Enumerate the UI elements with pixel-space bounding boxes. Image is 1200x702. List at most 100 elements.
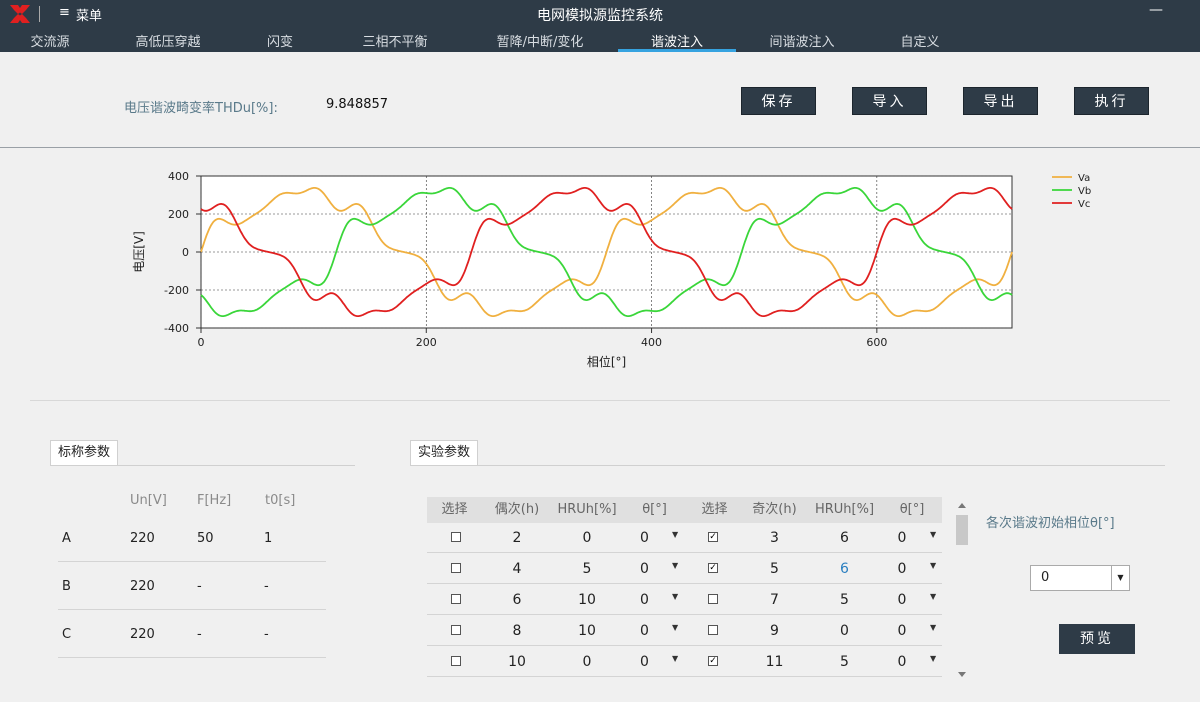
dropdown-arrow-icon[interactable]: ▼ bbox=[930, 654, 936, 663]
save-button[interactable]: 保存 bbox=[741, 87, 816, 115]
dropdown-arrow-icon[interactable]: ▼ bbox=[672, 530, 678, 539]
col-even-theta: θ[°] bbox=[642, 502, 667, 517]
odd-hru[interactable]: 5 bbox=[807, 654, 882, 670]
dropdown-arrow-icon[interactable]: ▼ bbox=[672, 561, 678, 570]
initial-phase-select[interactable]: 0 ▼ bbox=[1030, 565, 1130, 591]
experiment-params-title: 实验参数 bbox=[410, 440, 479, 466]
table-row: 4 5 0 ▼ ✓ 5 6 0 ▼ bbox=[427, 554, 942, 584]
even-hru[interactable]: 5 bbox=[552, 561, 622, 577]
thd-value: 9.848857 bbox=[326, 97, 389, 112]
even-theta[interactable]: 0 bbox=[622, 592, 667, 608]
odd-hru[interactable]: 0 bbox=[807, 623, 882, 639]
tab-flicker[interactable]: 闪变 bbox=[240, 31, 320, 50]
preview-button[interactable]: 预览 bbox=[1059, 624, 1135, 654]
even-theta[interactable]: 0 bbox=[622, 623, 667, 639]
title-bar: ≡ 菜单 电网模拟源监控系统 — bbox=[0, 0, 1200, 28]
phase-label: B bbox=[62, 579, 71, 594]
table-row: 8 10 0 ▼ 9 0 0 ▼ bbox=[427, 616, 942, 646]
tab-interharmonic[interactable]: 间谐波注入 bbox=[752, 31, 852, 50]
y-tick-label: 400 bbox=[168, 170, 189, 183]
chevron-down-icon[interactable]: ▼ bbox=[1111, 566, 1129, 590]
even-hru[interactable]: 0 bbox=[552, 654, 622, 670]
tab-bar: 交流源 高低压穿越 闪变 三相不平衡 暂降/中断/变化 谐波注入 间谐波注入 自… bbox=[0, 28, 1200, 52]
row-divider bbox=[58, 657, 326, 658]
even-hru[interactable]: 10 bbox=[552, 623, 622, 639]
x-tick-label: 200 bbox=[416, 336, 437, 349]
tab-custom[interactable]: 自定义 bbox=[880, 31, 960, 50]
select-odd-checkbox[interactable]: ✓ bbox=[708, 656, 718, 666]
f-value: - bbox=[197, 627, 202, 642]
dropdown-arrow-icon[interactable]: ▼ bbox=[672, 592, 678, 601]
dropdown-arrow-icon[interactable]: ▼ bbox=[930, 530, 936, 539]
odd-hru[interactable]: 5 bbox=[807, 592, 882, 608]
y-tick-label: 200 bbox=[168, 208, 189, 221]
active-tab-indicator bbox=[618, 49, 736, 52]
execute-button[interactable]: 执行 bbox=[1074, 87, 1149, 115]
un-value[interactable]: 220 bbox=[130, 579, 155, 594]
x-tick-label: 400 bbox=[641, 336, 662, 349]
minimize-button[interactable]: — bbox=[1146, 2, 1166, 24]
tab-sag-interrupt[interactable]: 暂降/中断/变化 bbox=[478, 31, 602, 50]
un-value[interactable]: 220 bbox=[130, 627, 155, 642]
odd-order: 11 bbox=[765, 654, 784, 670]
app-title: 电网模拟源监控系统 bbox=[537, 8, 663, 24]
initial-phase-value: 0 bbox=[1041, 570, 1050, 585]
t0-value[interactable]: 1 bbox=[264, 531, 272, 546]
import-button[interactable]: 导入 bbox=[852, 87, 927, 115]
tab-harmonic-injection[interactable]: 谐波注入 bbox=[618, 31, 736, 50]
select-odd-checkbox[interactable] bbox=[708, 594, 718, 604]
even-order: 10 bbox=[508, 654, 526, 670]
table-row: 10 0 0 ▼ ✓ 11 5 0 ▼ bbox=[427, 647, 942, 677]
col-odd-order: 奇次(h) bbox=[752, 502, 797, 517]
select-even-checkbox[interactable] bbox=[451, 532, 461, 542]
tab-ride-through[interactable]: 高低压穿越 bbox=[118, 31, 218, 50]
y-axis-label: 电压[V] bbox=[132, 231, 146, 273]
phase-label: A bbox=[62, 531, 71, 546]
dropdown-arrow-icon[interactable]: ▼ bbox=[930, 561, 936, 570]
odd-theta[interactable]: 0 bbox=[882, 654, 922, 670]
dropdown-arrow-icon[interactable]: ▼ bbox=[672, 654, 678, 663]
experiment-group-line bbox=[410, 465, 1165, 466]
select-odd-checkbox[interactable]: ✓ bbox=[708, 563, 718, 573]
scrollbar-thumb[interactable] bbox=[956, 515, 968, 545]
row-divider bbox=[58, 561, 326, 562]
tab-ac-source[interactable]: 交流源 bbox=[10, 31, 90, 50]
un-value[interactable]: 220 bbox=[130, 531, 155, 546]
dropdown-arrow-icon[interactable]: ▼ bbox=[930, 623, 936, 632]
harmonic-waveform-chart: 400 200 0 -200 -400 0 200 400 600 相位[°] 电压[V] Va Vb… bbox=[132, 170, 1091, 369]
dropdown-arrow-icon[interactable]: ▼ bbox=[930, 592, 936, 601]
even-theta[interactable]: 0 bbox=[622, 561, 667, 577]
export-button[interactable]: 导出 bbox=[963, 87, 1038, 115]
even-hru[interactable]: 0 bbox=[552, 530, 622, 546]
thd-label: 电压谐波畸变率THDu[%]: bbox=[124, 101, 278, 116]
row-divider bbox=[58, 609, 326, 610]
x-tick-label: 0 bbox=[198, 336, 205, 349]
table-scrollbar[interactable] bbox=[955, 500, 969, 680]
select-even-checkbox[interactable] bbox=[451, 625, 461, 635]
dropdown-arrow-icon[interactable]: ▼ bbox=[672, 623, 678, 632]
odd-theta[interactable]: 0 bbox=[882, 530, 922, 546]
odd-theta[interactable]: 0 bbox=[882, 561, 922, 577]
select-even-checkbox[interactable] bbox=[451, 594, 461, 604]
f-value[interactable]: 50 bbox=[197, 531, 214, 546]
select-even-checkbox[interactable] bbox=[451, 656, 461, 666]
even-hru[interactable]: 10 bbox=[552, 592, 622, 608]
legend-label: Va bbox=[1078, 173, 1090, 184]
legend-label: Vc bbox=[1078, 199, 1090, 210]
odd-hru[interactable]: 6 bbox=[807, 530, 882, 546]
odd-hru[interactable]: 6 bbox=[807, 561, 882, 577]
harmonic-table: 选择 偶次(h) HRUh[%] θ[°] 选择 奇次(h) HRUh[%] θ… bbox=[427, 497, 942, 677]
select-odd-checkbox[interactable] bbox=[708, 625, 718, 635]
tab-unbalance[interactable]: 三相不平衡 bbox=[340, 31, 450, 50]
even-theta[interactable]: 0 bbox=[622, 654, 667, 670]
even-theta[interactable]: 0 bbox=[622, 530, 667, 546]
t0-value: - bbox=[264, 579, 269, 594]
header-t0: t0[s] bbox=[265, 493, 296, 508]
select-even-checkbox[interactable] bbox=[451, 563, 461, 573]
odd-theta[interactable]: 0 bbox=[882, 623, 922, 639]
odd-theta[interactable]: 0 bbox=[882, 592, 922, 608]
select-odd-checkbox[interactable]: ✓ bbox=[708, 532, 718, 542]
divider bbox=[0, 147, 1200, 148]
f-value: - bbox=[197, 579, 202, 594]
legend-label: Vb bbox=[1078, 186, 1091, 197]
